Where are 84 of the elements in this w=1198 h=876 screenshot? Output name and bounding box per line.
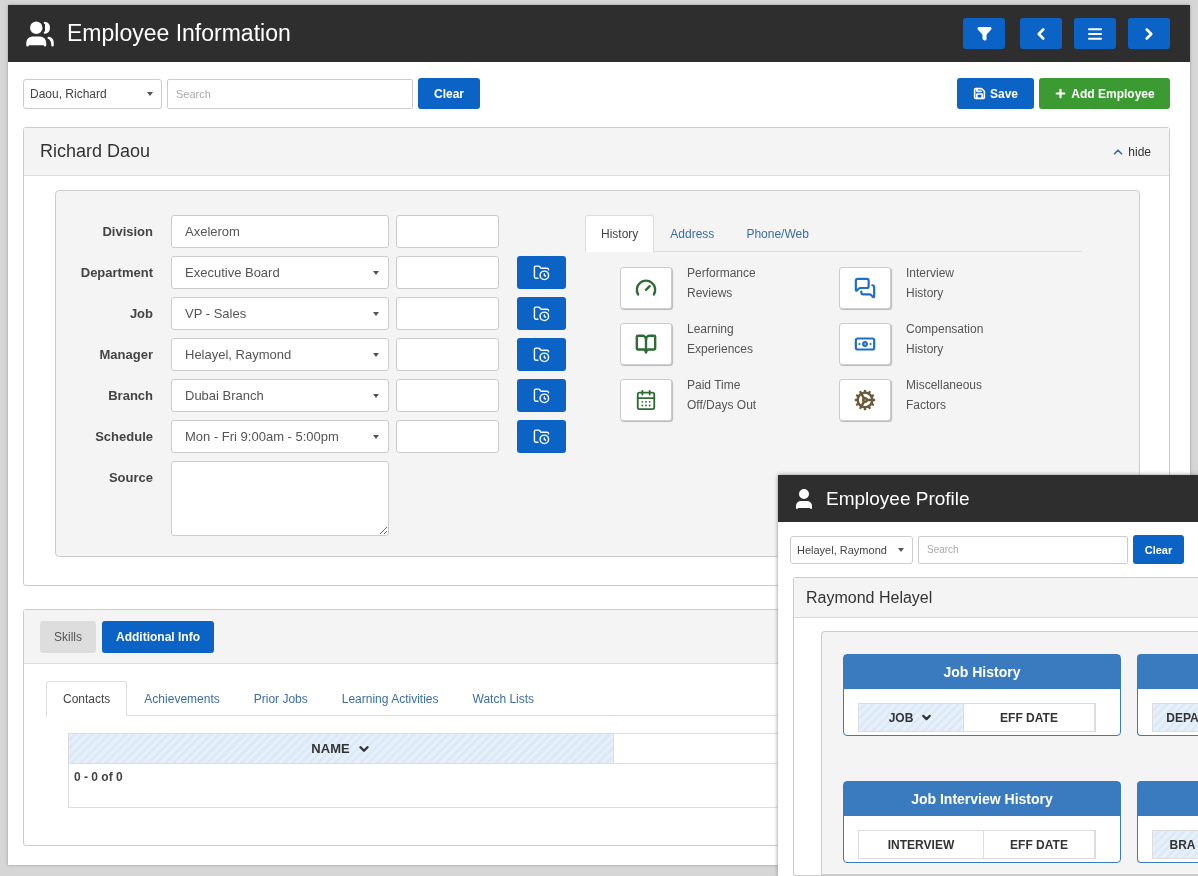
tab[interactable]: Additional Info	[102, 620, 214, 653]
folder-clock-icon	[533, 428, 550, 445]
employee-name: Raymond Helayel	[806, 588, 933, 607]
field-label: Department	[79, 264, 154, 282]
employee-select[interactable]: Daou, Richard	[23, 78, 162, 109]
select-field[interactable]: Dubai Branch	[171, 379, 389, 412]
history-button[interactable]	[620, 323, 672, 365]
next-button[interactable]	[1128, 18, 1170, 49]
gears-icon	[854, 389, 876, 411]
input-field[interactable]: Axelerom	[171, 215, 389, 248]
source-field[interactable]	[171, 461, 389, 536]
column-header[interactable]: BRA	[1153, 831, 1198, 858]
column-header[interactable]: DEPA	[1153, 704, 1198, 731]
employee-name: Richard Daou	[40, 141, 151, 162]
tab[interactable]: Achievements	[127, 681, 237, 716]
filter-icon	[976, 26, 992, 41]
history-button[interactable]	[839, 379, 891, 421]
clear-button[interactable]: Clear	[418, 78, 480, 109]
input-field[interactable]	[396, 256, 499, 289]
tab[interactable]: History	[585, 215, 655, 252]
filter-button[interactable]	[963, 18, 1005, 49]
hide-link[interactable]: hide	[1111, 144, 1151, 159]
select-field[interactable]: VP - Sales	[171, 297, 389, 330]
search-field[interactable]: Search	[167, 78, 413, 109]
window-title: Employee Information	[67, 20, 291, 47]
input-field[interactable]	[396, 379, 499, 412]
column-header[interactable]: JOB	[859, 704, 964, 731]
record-count: 0 - 0 of 0	[74, 770, 123, 784]
select-field[interactable]: Executive Board	[171, 256, 389, 289]
select-field[interactable]: Mon - Fri 9:00am - 5:00pm	[171, 420, 389, 453]
tab[interactable]: Learning Activities	[324, 681, 456, 716]
history-link[interactable]: Performance Reviews	[687, 263, 775, 303]
field-label: Division	[101, 223, 154, 241]
tab[interactable]: Skills	[40, 620, 96, 653]
column-header[interactable]: NAME	[69, 734, 614, 763]
history-link[interactable]: Compensation History	[906, 319, 994, 359]
folder-clock-icon	[533, 346, 550, 363]
calendar-icon	[635, 389, 657, 411]
folder-clock-icon	[533, 387, 550, 404]
folder-clock-icon	[533, 264, 550, 281]
input-field[interactable]	[396, 338, 499, 371]
folder-button[interactable]	[517, 420, 566, 453]
save-button[interactable]: Save	[957, 78, 1034, 109]
input-field[interactable]	[396, 420, 499, 453]
book-icon	[635, 333, 657, 355]
field-label: Branch	[107, 387, 154, 405]
folder-button[interactable]	[517, 297, 566, 330]
search-field[interactable]: Search	[918, 535, 1128, 564]
tab[interactable]: Contacts	[46, 681, 128, 716]
clear-button[interactable]: Clear	[1133, 535, 1184, 564]
folder-button[interactable]	[517, 379, 566, 412]
field-label: Manager	[98, 346, 154, 364]
list-icon	[1087, 25, 1103, 42]
history-link[interactable]: Paid Time Off/Days Out	[687, 375, 775, 415]
history-button[interactable]	[839, 323, 891, 365]
history-link[interactable]: Miscellaneous Factors	[906, 375, 994, 415]
folder-button[interactable]	[517, 256, 566, 289]
field-label: Job	[128, 305, 154, 323]
list-button[interactable]	[1074, 18, 1116, 49]
history-button[interactable]	[839, 267, 891, 309]
add-employee-button[interactable]: Add Employee	[1039, 78, 1170, 109]
folder-button[interactable]	[517, 338, 566, 371]
tab[interactable]: Prior Jobs	[236, 681, 325, 716]
previous-button[interactable]	[1020, 18, 1062, 49]
gauge-icon	[635, 277, 657, 299]
history-link[interactable]: Learning Experiences	[687, 319, 775, 359]
history-button[interactable]	[620, 379, 672, 421]
card-title: Job Interview History	[911, 791, 1053, 807]
tab[interactable]: Phone/Web	[730, 215, 825, 252]
window-title: Employee Profile	[826, 487, 970, 510]
employee-select[interactable]: Helayel, Raymond	[790, 535, 913, 564]
tab[interactable]: Watch Lists	[455, 681, 552, 716]
plus-icon	[1054, 87, 1068, 100]
history-link[interactable]: Interview History	[906, 263, 994, 303]
history-button[interactable]	[620, 267, 672, 309]
chat-icon	[854, 277, 876, 299]
input-field[interactable]	[396, 297, 499, 330]
field-label: Schedule	[94, 428, 154, 446]
card-title: Job History	[943, 664, 1021, 680]
input-field[interactable]	[396, 215, 499, 248]
field-label: Source	[107, 469, 154, 487]
select-field[interactable]: Helayel, Raymond	[171, 338, 389, 371]
folder-clock-icon	[533, 305, 550, 322]
tab[interactable]: Address	[654, 215, 731, 252]
